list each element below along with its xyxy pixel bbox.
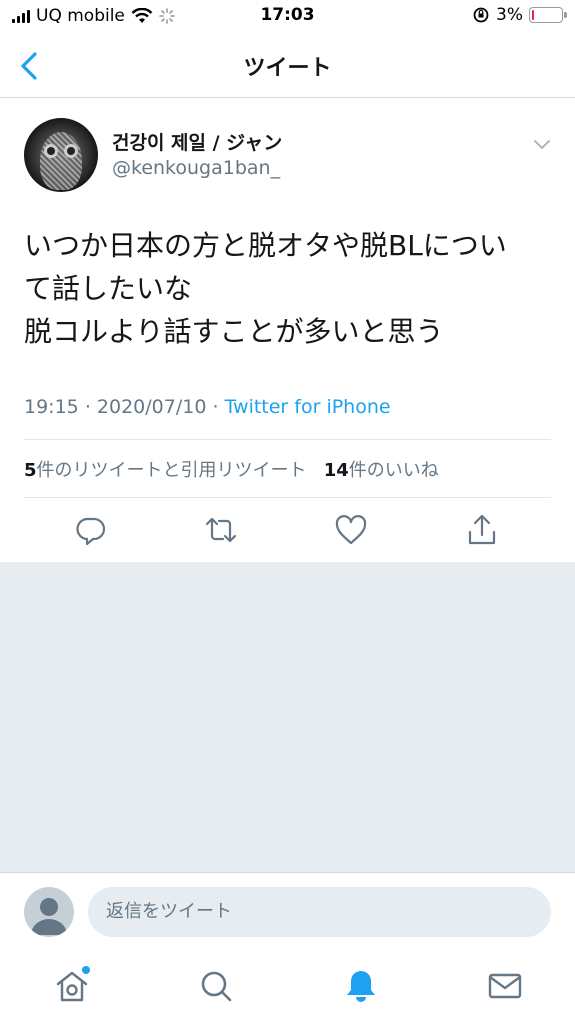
owl-eye-left	[44, 144, 58, 158]
tweet-text-line: 脱コルより話すことが多いと思う	[24, 315, 444, 348]
status-bar: UQ mobile 17:03 3%	[0, 0, 575, 32]
replies-area	[0, 562, 575, 872]
default-avatar-icon	[31, 898, 67, 935]
like-icon	[335, 515, 367, 545]
tweet-date: 2020/07/10	[96, 396, 207, 418]
reply-composer: 返信をツイート	[0, 872, 575, 952]
meta-separator: ·	[212, 396, 219, 418]
like-count: 14	[323, 460, 349, 481]
messages-icon	[488, 973, 522, 999]
tweet-source-link[interactable]: Twitter for iPhone	[225, 396, 391, 418]
like-label: 件のいいね	[348, 460, 439, 481]
more-options-button[interactable]	[531, 133, 553, 155]
tweet-actions	[0, 508, 575, 554]
likes-stat[interactable]: 14件のいいね	[324, 460, 439, 481]
tweet-metadata: 19:15 · 2020/07/10 · Twitter for iPhone	[24, 396, 391, 418]
battery-level	[532, 10, 534, 20]
like-button[interactable]	[333, 512, 369, 548]
tweet-time: 19:15	[24, 396, 79, 418]
search-icon	[201, 971, 232, 1002]
retweet-button[interactable]	[203, 512, 239, 548]
retweet-count: 5	[24, 460, 37, 481]
avatar[interactable]	[24, 118, 98, 192]
status-right: 3%	[472, 5, 567, 25]
tab-messages[interactable]	[485, 966, 525, 1006]
divider	[24, 497, 551, 498]
meta-separator: ·	[84, 396, 91, 418]
new-content-dot	[82, 966, 90, 974]
user-handle[interactable]: @kenkouga1ban_	[112, 157, 280, 179]
tweet-text-line: て話したいな	[24, 272, 193, 305]
divider	[24, 439, 551, 440]
reply-button[interactable]	[73, 512, 109, 548]
tweet-text: いつか日本の方と脱オタや脱BLについ て話したいな 脱コルより話すことが多いと思…	[24, 224, 552, 353]
tab-search[interactable]	[196, 966, 236, 1006]
retweet-icon	[205, 517, 237, 543]
tab-notifications[interactable]	[341, 966, 381, 1006]
navigation-bar: ツイート	[0, 32, 575, 98]
reply-icon	[76, 517, 106, 546]
tab-bar	[0, 952, 575, 1024]
battery-percent: 3%	[496, 5, 523, 25]
tweet-stats: 5件のリツイートと引用リツイート 14件のいいね	[24, 456, 439, 482]
user-avatar[interactable]	[24, 887, 74, 937]
share-button[interactable]	[464, 512, 500, 548]
owl-image	[40, 132, 82, 190]
chevron-down-icon	[534, 140, 550, 149]
battery-icon	[529, 7, 567, 23]
tab-home[interactable]	[52, 966, 92, 1006]
reply-input[interactable]: 返信をツイート	[88, 887, 551, 937]
tweet-text-line: いつか日本の方と脱オタや脱BLについ	[24, 229, 507, 262]
retweet-label: 件のリツイートと引用リツイート	[36, 460, 307, 481]
orientation-lock-icon	[473, 7, 489, 23]
page-title: ツイート	[243, 56, 332, 81]
tweet-detail-screen: UQ mobile 17:03 3% ツイート 건강이 제일 / ジャン @ke…	[0, 0, 575, 1024]
share-icon	[468, 514, 496, 545]
retweets-stat[interactable]: 5件のリツイートと引用リツイート	[24, 460, 307, 481]
owl-eye-right	[64, 144, 78, 158]
notifications-icon	[347, 971, 375, 1002]
display-name[interactable]: 건강이 제일 / ジャン	[112, 128, 282, 155]
